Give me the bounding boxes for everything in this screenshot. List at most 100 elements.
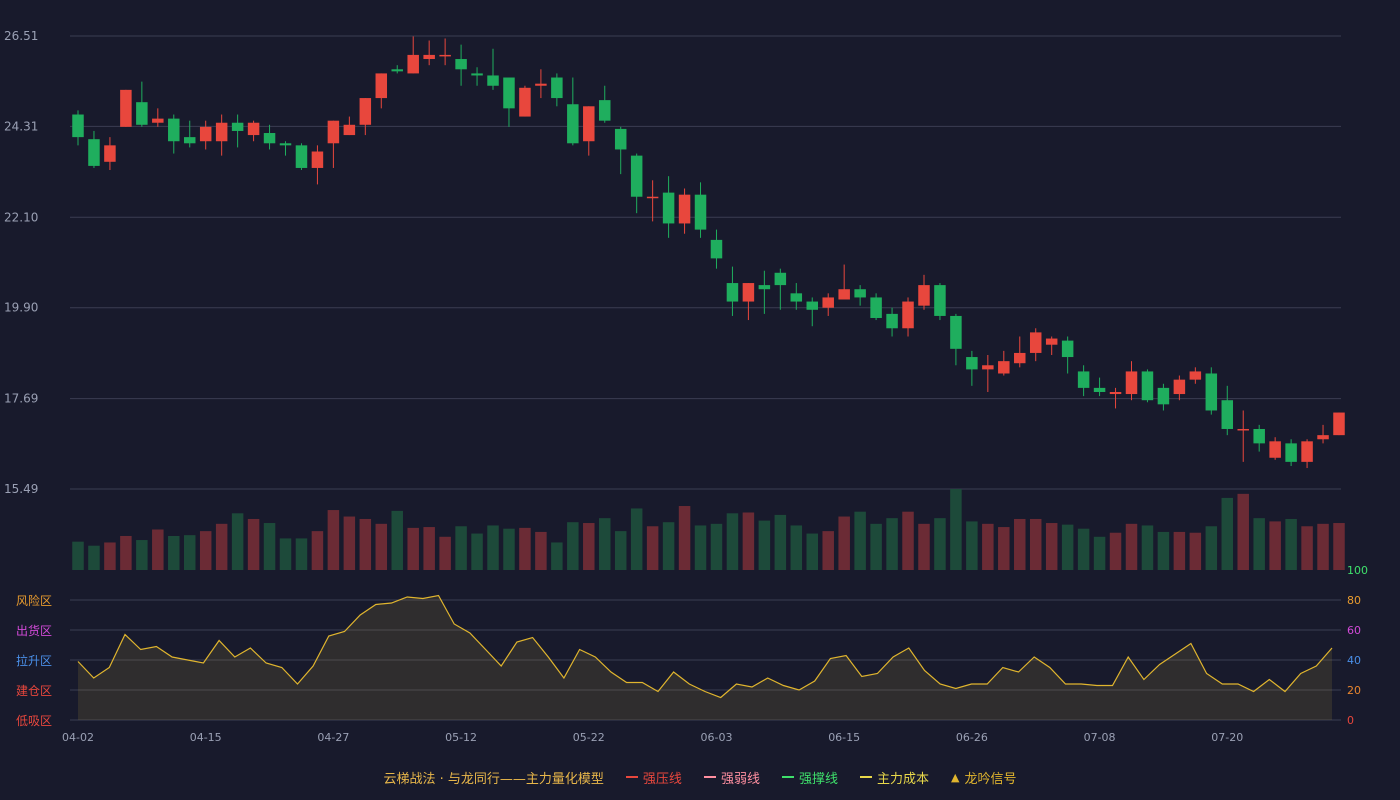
volume-bar bbox=[966, 521, 978, 570]
legend-item-main-cost[interactable]: 主力成本 bbox=[859, 768, 929, 787]
candle-body bbox=[982, 365, 994, 370]
legend-item-strong-weak[interactable]: 强弱线 bbox=[703, 768, 760, 787]
price-tick-label: 24.31 bbox=[4, 119, 38, 133]
volume-bar bbox=[646, 526, 659, 570]
volume-bar bbox=[120, 535, 132, 570]
osc-tick-label: 60 bbox=[1347, 624, 1361, 637]
date-tick-label: 06-15 bbox=[828, 731, 860, 744]
legend-item-strong-support[interactable]: 强撑线 bbox=[781, 768, 838, 787]
candle-body bbox=[646, 196, 659, 199]
dashed-line-swatch-icon bbox=[703, 776, 716, 778]
volume-bar bbox=[104, 542, 116, 570]
volume-bar bbox=[88, 545, 100, 570]
candle-body bbox=[1157, 387, 1170, 405]
dashed-line-swatch-icon bbox=[859, 776, 872, 778]
candle-body bbox=[583, 106, 595, 142]
candle-body bbox=[1205, 373, 1218, 411]
candle-body bbox=[407, 54, 419, 74]
candle-body bbox=[694, 194, 707, 230]
date-tick-label: 04-15 bbox=[190, 731, 222, 744]
volume-bar bbox=[343, 516, 356, 570]
volume-bar bbox=[678, 506, 691, 570]
candle-body bbox=[599, 100, 611, 121]
volume-bar bbox=[183, 535, 196, 570]
price-tick-label: 15.49 bbox=[4, 482, 38, 496]
legend-label: 强压线 bbox=[642, 771, 682, 787]
candle-body bbox=[88, 139, 100, 166]
candle-body bbox=[1173, 379, 1186, 395]
candle-body bbox=[375, 73, 388, 99]
candle-body bbox=[152, 118, 164, 123]
candle-body bbox=[567, 104, 579, 144]
volume-bar bbox=[487, 525, 499, 570]
volume-bar bbox=[1269, 521, 1281, 570]
volume-bar bbox=[423, 527, 435, 570]
zone-label: 出货区 bbox=[16, 623, 52, 638]
candle-body bbox=[902, 301, 914, 329]
osc-tick-label: 100 bbox=[1347, 564, 1368, 577]
volume-bar bbox=[934, 518, 946, 570]
price-tick-label: 19.90 bbox=[4, 301, 38, 315]
legend-item-strong-resist[interactable]: 强压线 bbox=[625, 768, 682, 787]
candle-body bbox=[168, 118, 180, 142]
price-tick-label: 17.69 bbox=[4, 392, 38, 406]
volume-bar bbox=[1141, 525, 1154, 570]
candle-body bbox=[1109, 391, 1122, 395]
candle-body bbox=[423, 54, 435, 60]
volume-bar bbox=[263, 523, 276, 570]
candle-body bbox=[503, 77, 515, 109]
candle-body bbox=[327, 120, 340, 144]
volume-bar bbox=[1029, 518, 1042, 570]
candle-body bbox=[966, 357, 978, 370]
volume-bar bbox=[662, 522, 675, 570]
candle-body bbox=[120, 89, 132, 127]
osc-tick-label: 20 bbox=[1347, 684, 1361, 697]
volume-bar bbox=[950, 489, 962, 570]
candle-body bbox=[774, 272, 787, 286]
volume-bar bbox=[583, 523, 595, 570]
candle-body bbox=[295, 145, 308, 168]
volume-bar bbox=[1093, 536, 1106, 570]
volume-bar bbox=[519, 527, 531, 570]
volume-bar bbox=[375, 523, 388, 570]
candle-body bbox=[998, 361, 1010, 374]
candle-body bbox=[455, 59, 467, 70]
volume-bar bbox=[152, 529, 164, 570]
candle-body bbox=[790, 293, 803, 302]
volume-bar bbox=[1014, 518, 1026, 570]
legend-label: 强撑线 bbox=[798, 771, 838, 787]
oscillator bbox=[77, 594, 1333, 720]
candle-body bbox=[1125, 371, 1138, 395]
candle-body bbox=[1333, 412, 1345, 436]
volume-bar bbox=[199, 531, 212, 570]
date-tick-label: 06-26 bbox=[956, 731, 988, 744]
date-tick-label: 06-03 bbox=[700, 731, 732, 744]
volume-bar bbox=[774, 514, 787, 570]
candle-body bbox=[630, 155, 643, 197]
volume-bar bbox=[710, 523, 723, 570]
chart-canvas: 26.51 24.31 22.10 19.90 17.69 15.49 100 80 60 40 2… bbox=[4, 29, 1368, 744]
candle-body bbox=[136, 102, 148, 125]
candle-body bbox=[950, 315, 962, 349]
volume-bar bbox=[1189, 532, 1202, 570]
volume-bar bbox=[1045, 523, 1058, 570]
volume-bar bbox=[998, 527, 1010, 570]
volume-bar bbox=[758, 520, 771, 570]
osc-area bbox=[78, 595, 1332, 720]
volume-bar bbox=[1109, 532, 1122, 570]
candle-body bbox=[918, 285, 930, 306]
candle-body bbox=[1221, 400, 1234, 429]
candle-body bbox=[1253, 428, 1265, 444]
candle-body bbox=[439, 54, 451, 57]
volume-bar bbox=[1061, 524, 1074, 570]
candle-body bbox=[1269, 441, 1281, 458]
volume-bar bbox=[886, 518, 898, 570]
volume-bar bbox=[168, 535, 180, 570]
candle-body bbox=[519, 87, 531, 117]
candle-body bbox=[215, 122, 228, 142]
zone-label: 拉升区 bbox=[16, 653, 52, 668]
candle-body bbox=[1189, 371, 1202, 380]
volume-bar bbox=[1333, 523, 1345, 570]
candle-body bbox=[487, 75, 499, 86]
legend-item-dragon-signal[interactable]: ▲ 龙吟信号 bbox=[951, 768, 1016, 787]
